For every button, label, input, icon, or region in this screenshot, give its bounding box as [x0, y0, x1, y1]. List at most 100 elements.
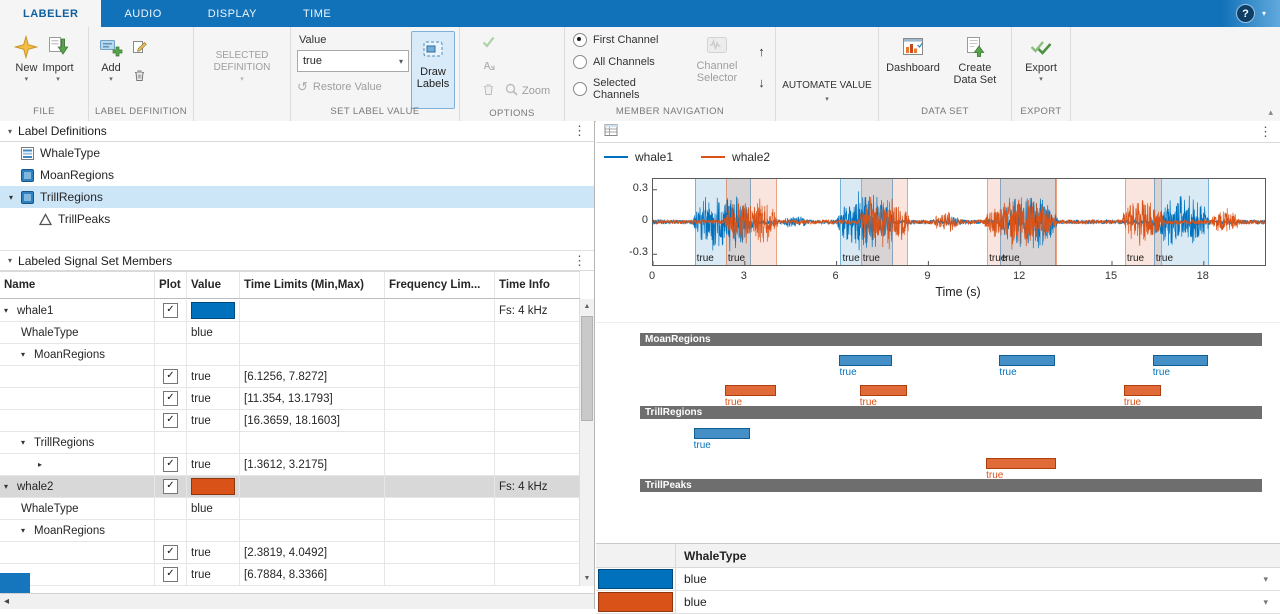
plot-checkbox[interactable]: ✓ — [163, 391, 178, 406]
import-button[interactable]: Import ▾ — [42, 27, 73, 106]
restore-value-button[interactable]: ↺ Restore Value — [297, 81, 403, 93]
row-expander-icon[interactable]: ▸ — [38, 460, 47, 469]
column-header-frequency-lim-[interactable]: Frequency Lim... — [385, 272, 495, 298]
label-region-bar[interactable] — [860, 385, 907, 396]
row-expander-icon[interactable]: ▾ — [4, 482, 13, 491]
zoom-button[interactable]: Zoom — [504, 82, 550, 100]
label-region-bar[interactable] — [999, 355, 1055, 366]
tab-display[interactable]: DISPLAY — [185, 0, 280, 27]
column-header-plot[interactable]: Plot — [155, 272, 187, 298]
label-value-combobox[interactable]: true ▾ — [297, 50, 409, 72]
label-attributes-button[interactable]: A — [478, 56, 499, 77]
value-table-row[interactable]: blue▾ — [596, 568, 1280, 591]
plot-checkbox[interactable]: ✓ — [163, 303, 178, 318]
tree-item-whaletype[interactable]: WhaleType — [0, 142, 594, 164]
dashboard-button[interactable]: Dashboard — [886, 27, 940, 106]
previous-member-button[interactable]: ↑ — [751, 41, 772, 62]
new-button[interactable]: New ▾ — [14, 27, 38, 106]
plot-checkbox[interactable]: ✓ — [163, 545, 178, 560]
member-table-row[interactable]: ✓true[6.7884, 8.3366] — [0, 564, 580, 586]
scroll-up-button[interactable]: ▲ — [580, 299, 594, 314]
row-expander-icon[interactable]: ▾ — [21, 350, 30, 359]
x-tick-label: 15 — [1099, 270, 1123, 282]
tab-labeler[interactable]: LABELER — [0, 0, 101, 27]
member-table-row[interactable]: ▾MoanRegions — [0, 344, 580, 366]
scroll-thumb[interactable] — [581, 316, 593, 421]
label-definitions-header[interactable]: ▾ Label Definitions ⋮ — [0, 121, 594, 142]
delete-labels-button[interactable] — [478, 80, 499, 101]
signal-color-swatch[interactable] — [191, 478, 235, 495]
collapse-section-icon[interactable]: ▾ — [8, 127, 12, 136]
member-table-row[interactable]: ✓true[2.3819, 4.0492] — [0, 542, 580, 564]
tree-item-trillregions[interactable]: ▾TrillRegions — [0, 186, 594, 208]
signal-view-menu-icon[interactable]: ⋮ — [1259, 124, 1272, 140]
plot-checkbox[interactable]: ✓ — [163, 479, 178, 494]
radio-all-channels[interactable]: All Channels — [573, 55, 683, 69]
accept-label-button[interactable] — [478, 32, 499, 53]
help-menu-caret-icon[interactable]: ▾ — [1262, 9, 1266, 18]
channel-selector-button[interactable]: Channel Selector — [691, 27, 743, 106]
member-table-row[interactable]: ▾MoanRegions — [0, 520, 580, 542]
plot-checkbox[interactable]: ✓ — [163, 567, 178, 582]
radio-selected-channels[interactable]: Selected Channels — [573, 77, 683, 101]
dropdown-caret-icon[interactable]: ▾ — [1263, 574, 1268, 585]
draw-labels-button[interactable]: Draw Labels — [411, 31, 455, 109]
signal-color-swatch[interactable] — [191, 302, 235, 319]
row-expander-icon[interactable]: ▾ — [21, 438, 30, 447]
value-cell[interactable]: blue▾ — [676, 591, 1280, 613]
label-region-bar[interactable] — [986, 458, 1056, 469]
plot-checkbox[interactable]: ✓ — [163, 457, 178, 472]
selected-definition-dropdown[interactable]: SELECTED DEFINITION ▾ — [204, 50, 280, 83]
label-color-swatch — [598, 592, 673, 612]
tab-audio[interactable]: AUDIO — [101, 0, 184, 27]
member-table-row[interactable]: ✓true[11.354, 13.1793] — [0, 388, 580, 410]
member-table-row[interactable]: ▾whale2✓Fs: 4 kHz — [0, 476, 580, 498]
row-expander-icon[interactable]: ▾ — [21, 526, 30, 535]
label-region-bar[interactable] — [725, 385, 776, 396]
member-table-row[interactable]: WhaleTypeblue — [0, 498, 580, 520]
member-table-row[interactable]: WhaleTypeblue — [0, 322, 580, 344]
tab-time[interactable]: TIME — [280, 0, 354, 27]
dropdown-caret-icon[interactable]: ▾ — [1263, 597, 1268, 608]
minimize-ribbon-icon[interactable]: ▴ — [1268, 107, 1273, 118]
plot-checkbox[interactable]: ✓ — [163, 413, 178, 428]
next-member-button[interactable]: ↓ — [751, 72, 772, 93]
row-expander-icon[interactable]: ▾ — [4, 306, 13, 315]
member-table-row[interactable]: ✓true[6.1256, 7.8272] — [0, 366, 580, 388]
members-menu-icon[interactable]: ⋮ — [573, 253, 586, 269]
collapse-section-icon[interactable]: ▾ — [8, 256, 12, 265]
tree-item-moanregions[interactable]: MoanRegions — [0, 164, 594, 186]
label-region-bar[interactable] — [839, 355, 891, 366]
label-region-bar[interactable] — [1124, 385, 1161, 396]
delete-definition-button[interactable] — [129, 66, 150, 87]
label-region-bar[interactable] — [694, 428, 751, 439]
scroll-down-button[interactable]: ▼ — [580, 571, 594, 586]
tree-item-trillpeaks[interactable]: TrillPeaks — [0, 208, 594, 230]
column-header-value[interactable]: Value — [187, 272, 240, 298]
label-definitions-menu-icon[interactable]: ⋮ — [573, 123, 586, 139]
column-header-time-info[interactable]: Time Info — [495, 272, 580, 298]
column-header-time-limits-min-max-[interactable]: Time Limits (Min,Max) — [240, 272, 385, 298]
add-label-definition-button[interactable]: Add ▾ — [99, 27, 123, 106]
collapse-panel-icon[interactable]: ◂ — [4, 596, 9, 607]
help-button[interactable]: ? — [1236, 4, 1255, 23]
column-header-name[interactable]: Name — [0, 272, 155, 298]
value-table-row[interactable]: blue▾ — [596, 591, 1280, 614]
plot-checkbox[interactable]: ✓ — [163, 369, 178, 384]
member-table-row[interactable]: ▾whale1✓Fs: 4 kHz — [0, 300, 580, 322]
label-region-bar[interactable] — [1153, 355, 1208, 366]
member-table-row[interactable]: ✓true[16.3659, 18.1603] — [0, 410, 580, 432]
create-data-set-button[interactable]: Create Data Set — [946, 27, 1004, 106]
value-cell[interactable]: blue▾ — [676, 568, 1280, 590]
member-table-row[interactable]: ▸✓true[1.3612, 3.2175] — [0, 454, 580, 476]
table-view-icon[interactable] — [604, 123, 618, 140]
edit-definition-button[interactable] — [129, 37, 150, 58]
automate-value-gallery[interactable]: AUTOMATE VALUE ▾ — [782, 80, 871, 103]
export-button[interactable]: Export ▾ — [1025, 27, 1057, 106]
tree-expander-icon[interactable]: ▾ — [6, 193, 16, 202]
waveform-plot[interactable]: truetruetruetruetruetruetruetrue — [652, 178, 1266, 266]
radio-first-channel[interactable]: First Channel — [573, 33, 683, 47]
member-table-row[interactable]: ▾TrillRegions — [0, 432, 580, 454]
members-header[interactable]: ▾ Labeled Signal Set Members ⋮ — [0, 250, 594, 271]
members-scrollbar[interactable]: ▲ ▼ — [579, 299, 594, 586]
